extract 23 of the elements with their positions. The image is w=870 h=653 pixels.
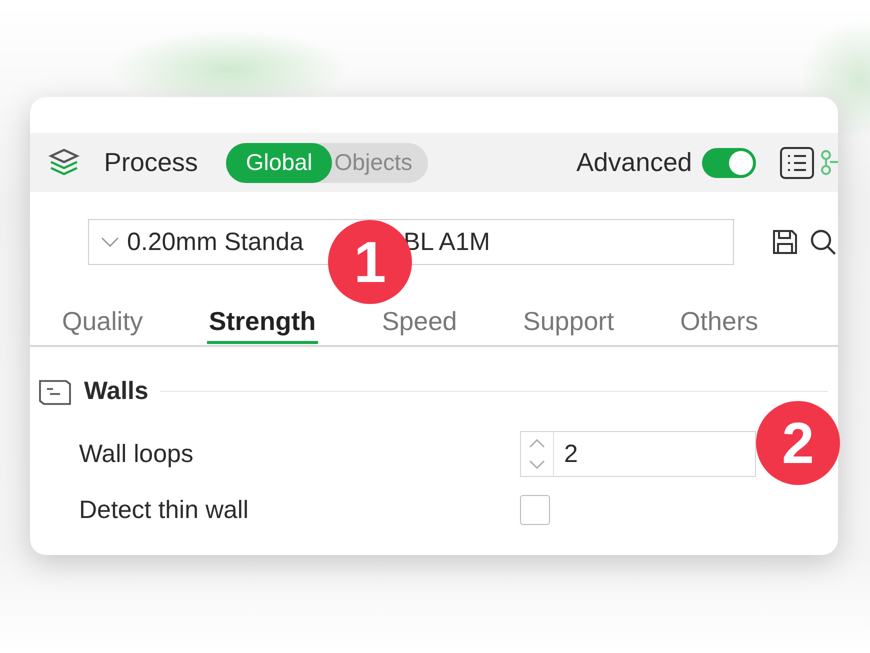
settings-tab[interactable]: Support <box>521 301 616 344</box>
panel-title: Process <box>104 147 198 178</box>
scope-tab[interactable]: Global <box>226 142 332 182</box>
section-icon <box>38 378 72 406</box>
nodes-icon[interactable] <box>820 148 838 178</box>
layers-icon <box>48 148 80 178</box>
scope-tab[interactable]: Objects <box>332 142 414 182</box>
preset-name: 0.20mm Standa <box>127 228 304 256</box>
settings-tab[interactable]: Others <box>678 301 760 344</box>
list-icon[interactable] <box>780 146 814 178</box>
section-title: Walls <box>84 377 148 406</box>
search-icon[interactable] <box>810 229 836 255</box>
save-icon[interactable] <box>772 229 798 255</box>
advanced-label: Advanced <box>576 147 692 178</box>
advanced-toggle[interactable] <box>702 148 756 178</box>
settings-tab[interactable]: Speed <box>380 301 459 344</box>
settings-tab[interactable]: Strength <box>206 301 318 344</box>
checkbox[interactable] <box>520 495 550 525</box>
setting-label: Detect thin wall <box>79 496 250 524</box>
settings-tab[interactable]: Quality <box>60 301 145 344</box>
chevron-down-icon <box>101 237 119 247</box>
setting-label: Wall loops <box>79 440 194 468</box>
number-field[interactable]: 2 <box>520 431 756 477</box>
